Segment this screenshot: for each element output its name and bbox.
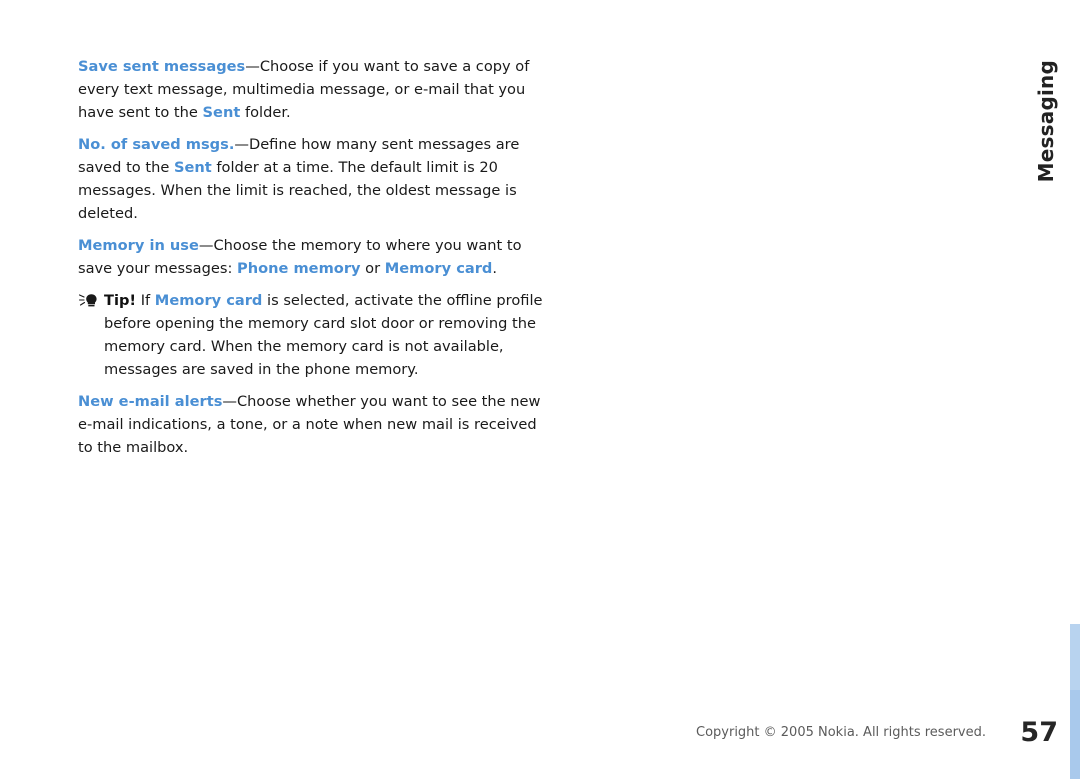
page-footer: Copyright © 2005 Nokia. All rights reser… [0,717,1080,765]
term-memory-card-2: Memory card [154,292,263,309]
tip-text-1: If [136,292,155,309]
term-sent-folder-2: Sent [173,159,212,176]
copyright-notice: Copyright © 2005 Nokia. All rights reser… [696,725,986,740]
paragraph-memory-in-use: Memory in use—Choose the memory to where… [78,234,548,280]
term-memory-card-1: Memory card [384,260,493,277]
tip-label: Tip! [104,292,137,309]
term-memory-in-use: Memory in use [78,237,199,254]
paragraph-new-e-mail-alerts: New e-mail alerts—Choose whether you wan… [78,390,548,459]
tip-lightbulb-icon [78,291,98,309]
term-new-e-mail-alerts: New e-mail alerts [78,393,223,410]
text-save-sent-messages-2: folder. [240,104,291,121]
document-page: Messaging Save sent messages—Choose if y… [0,0,1080,779]
edge-band-top [1070,0,1080,624]
paragraph-no-of-saved-msgs: No. of saved msgs.—Define how many sent … [78,133,548,225]
paragraph-save-sent-messages: Save sent messages—Choose if you want to… [78,55,548,124]
chapter-title: Messaging [1034,60,1058,183]
term-sent-folder-1: Sent [202,104,241,121]
text-memory-in-use-2: . [492,260,497,277]
term-save-sent-messages: Save sent messages [78,58,246,75]
term-no-of-saved-msgs: No. of saved msgs. [78,136,235,153]
term-phone-memory: Phone memory [237,260,361,277]
text-memory-in-use-or: or [360,260,385,277]
body-content: Save sent messages—Choose if you want to… [78,55,548,468]
page-number: 57 [1020,717,1058,748]
tip-block: Tip! If Memory card is selected, activat… [78,289,548,381]
